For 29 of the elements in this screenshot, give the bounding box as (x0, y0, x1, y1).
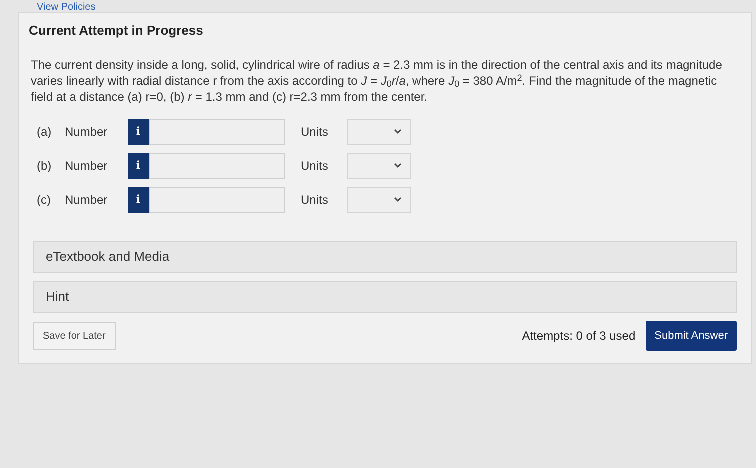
info-button[interactable]: i (128, 153, 149, 179)
units-dropdown[interactable] (347, 187, 411, 213)
collapsible-section[interactable]: eTextbook and Media (33, 241, 737, 273)
part-label: (c) (37, 192, 52, 209)
units-label: Units (301, 124, 330, 141)
question-text: The current density inside a long, solid, cylindrical wire of radius a = 2.3 mm is in the direction of the central axis and its magnitude varies linearly with radial distance r from the axis according to J = J$_{0}$r/a, where J$_{0}$ = 380 A/m$^{2}$. Find the magnitude of the magnetic field at a distance (a) r=0, (b) r= 1.3 mm and (c) r=2.3 mm from the center. (31, 57, 724, 105)
number-input[interactable] (149, 187, 285, 213)
collapsible-section[interactable]: Hint (33, 281, 737, 313)
number-input[interactable] (149, 153, 285, 179)
part-label: (b) (37, 158, 53, 175)
section-heading: Current Attempt in Progress (29, 23, 204, 38)
chevron-down-icon (394, 197, 402, 203)
units-label: Units (301, 158, 330, 175)
chevron-down-icon (394, 163, 402, 169)
number-input[interactable] (149, 119, 285, 145)
submit-answer-button[interactable]: Submit Answer (646, 321, 737, 351)
save-for-later-button[interactable]: Save for Later (33, 322, 116, 350)
number-label: Number (65, 158, 109, 175)
info-button[interactable]: i (128, 187, 149, 213)
number-label: Number (65, 124, 109, 141)
number-label: Number (65, 192, 109, 209)
units-dropdown[interactable] (347, 119, 411, 145)
view-policies-link[interactable]: View Policies (37, 2, 96, 13)
attempts-text: Attempts: 0 of 3 used (522, 328, 636, 345)
info-button[interactable]: i (128, 119, 149, 145)
part-label: (a) (37, 124, 53, 141)
units-dropdown[interactable] (347, 153, 411, 179)
chevron-down-icon (394, 129, 402, 135)
units-label: Units (301, 192, 330, 209)
